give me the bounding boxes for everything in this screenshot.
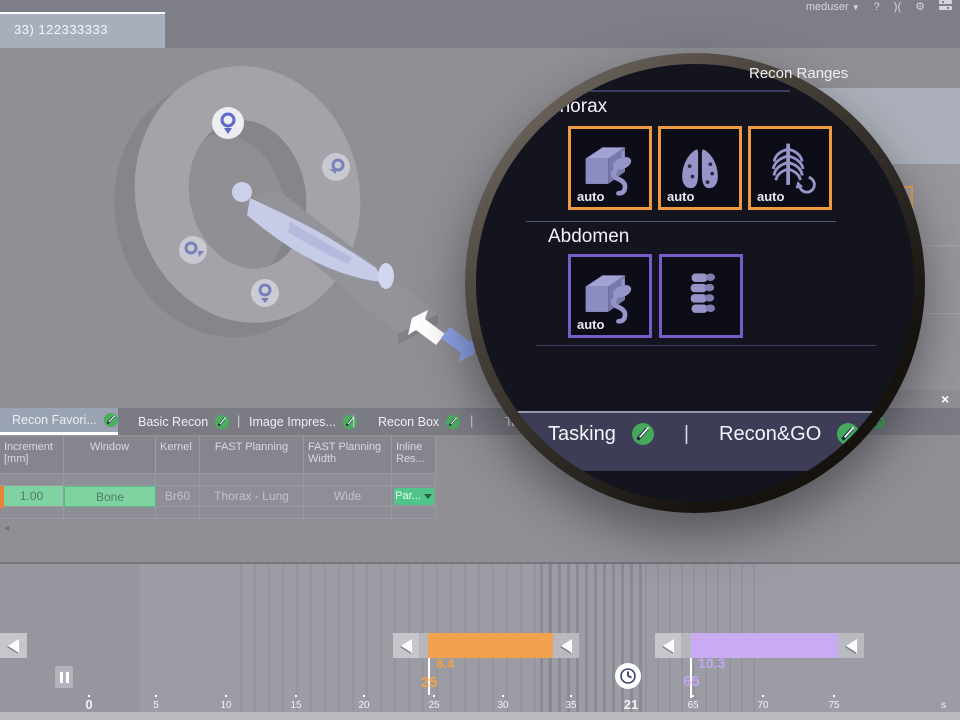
- recon-parameter-table: Increment [mm] Window Kernel FAST Planni…: [0, 437, 440, 519]
- axis-tick-label: 70: [757, 700, 768, 711]
- bottom-scrollbar[interactable]: [0, 712, 960, 720]
- collapse-icon[interactable]: )(: [894, 1, 901, 13]
- orange-range-bar[interactable]: [428, 633, 553, 658]
- wait-countdown: 21: [624, 697, 638, 712]
- magnified-tab-recon-and-go[interactable]: Recon&GO: [719, 423, 821, 446]
- edit-pencil-icon[interactable]: [837, 423, 859, 445]
- magnified-tab-band: Tasking | Recon&GO: [476, 411, 914, 471]
- close-icon[interactable]: ×: [941, 391, 949, 407]
- ct-scanner-illustration: [90, 52, 490, 372]
- increment-cell[interactable]: 1.00: [0, 486, 64, 507]
- magnified-tab-tasking[interactable]: Tasking: [548, 423, 616, 446]
- tab-image-impression[interactable]: Image Impres...: [249, 408, 357, 435]
- tab-recon-favorites[interactable]: Recon Favori...: [0, 408, 118, 435]
- orange-range-start: 25: [421, 674, 438, 691]
- tab-separator: |: [470, 413, 473, 428]
- abdomen-tile-row: auto: [568, 254, 743, 338]
- range-tile-thorax-auto[interactable]: auto: [568, 126, 652, 210]
- axis-unit-label: s: [941, 700, 946, 711]
- section-title-thorax: Thorax: [548, 96, 607, 118]
- window-cell[interactable]: Bone: [64, 486, 156, 507]
- range-tile-thorax-ribcage[interactable]: auto: [748, 126, 832, 210]
- auto-badge: auto: [577, 189, 604, 204]
- orange-range-duration: 8.4: [436, 656, 454, 671]
- section-divider: [526, 221, 836, 222]
- tab-separator: |: [237, 413, 240, 428]
- fast-planning-width-cell: Wide: [304, 486, 392, 507]
- purple-range-duration: 10.3: [698, 655, 725, 671]
- axis-tick-label: 0: [85, 697, 92, 712]
- axis-tick-label: 20: [358, 700, 369, 711]
- column-header: Kernel: [156, 437, 200, 474]
- section-divider: [536, 345, 876, 346]
- user-menu-area: meduser ▼ ? )( ⚙: [806, 0, 952, 13]
- column-header: Inline Res...: [392, 437, 436, 474]
- magnified-title-underline: [530, 90, 790, 92]
- wait-time-clock-icon: [615, 663, 641, 689]
- active-row-marker: [0, 486, 4, 508]
- dropdown-value: Par...: [395, 490, 421, 502]
- inline-res-cell: Par...: [392, 486, 436, 507]
- layout-panels-icon[interactable]: [939, 0, 952, 13]
- pause-button[interactable]: [55, 666, 73, 688]
- tab-separator: |: [352, 413, 355, 428]
- auto-badge: auto: [577, 317, 604, 332]
- auto-badge: auto: [667, 189, 694, 204]
- recon-ranges-title: Recon Ranges: [749, 65, 848, 82]
- section-title-abdomen: Abdomen: [548, 226, 629, 248]
- scroll-left-icon[interactable]: ◄: [2, 523, 11, 533]
- table-row: [0, 474, 440, 486]
- axis-tick-label: 25: [428, 700, 439, 711]
- tab-label: Basic Recon: [138, 415, 208, 429]
- magnified-tab-separator: |: [684, 423, 689, 446]
- orange-range-handle-start[interactable]: [393, 633, 419, 658]
- tab-label: Image Impres...: [249, 415, 336, 429]
- tab-label: Recon Box: [378, 415, 439, 429]
- fast-planning-cell: Thorax - Lung: [200, 486, 304, 507]
- gear-icon[interactable]: ⚙: [915, 0, 925, 13]
- tab-label: Recon Favori...: [12, 413, 97, 427]
- axis-tick-label: 5: [153, 700, 159, 711]
- edit-pencil-icon[interactable]: [215, 415, 229, 429]
- axis-tick-label: 30: [497, 700, 508, 711]
- patient-document-tab[interactable]: 33) 122333333: [0, 12, 165, 48]
- axis-tick-label: 10: [220, 700, 231, 711]
- orange-range-handle-end[interactable]: [553, 633, 579, 658]
- table-row: [0, 507, 440, 519]
- application-window: meduser ▼ ? )( ⚙ 33) 122333333: [0, 0, 960, 720]
- range-handle-left-edge[interactable]: [0, 633, 27, 658]
- table-header-row: Increment [mm] Window Kernel FAST Planni…: [0, 437, 440, 474]
- axis-tick-label: 15: [290, 700, 301, 711]
- column-header: Window: [64, 437, 156, 474]
- range-tile-abdomen-auto[interactable]: auto: [568, 254, 652, 338]
- edit-pencil-icon[interactable]: [104, 413, 118, 427]
- chevron-down-icon: ▼: [852, 3, 860, 12]
- axis-tick-label: 35: [565, 700, 576, 711]
- thorax-tile-row: auto auto: [568, 126, 832, 210]
- edit-pencil-icon[interactable]: [632, 423, 654, 445]
- chevron-down-icon: [424, 494, 432, 499]
- axis-tick-label: 65: [687, 700, 698, 711]
- axis-tick-label: 75: [828, 700, 839, 711]
- purple-range-start: 65: [683, 673, 700, 690]
- column-header: FAST Planning: [200, 437, 304, 474]
- tab-basic-recon[interactable]: Basic Recon: [138, 408, 229, 435]
- magnifier-lens: Thorax auto: [465, 53, 925, 513]
- table-row: 1.00 Bone Br60 Thorax - Lung Wide Par...: [0, 486, 440, 507]
- kernel-cell: Br60: [156, 486, 200, 507]
- purple-range-handle-end[interactable]: [838, 633, 864, 658]
- spine-icon: [671, 266, 731, 326]
- range-tile-thorax-lungs[interactable]: auto: [658, 126, 742, 210]
- inline-res-dropdown[interactable]: Par...: [394, 488, 434, 505]
- column-header: Increment [mm]: [0, 437, 64, 474]
- purple-range-handle-start[interactable]: [655, 633, 681, 658]
- user-menu[interactable]: meduser ▼: [806, 1, 860, 13]
- tab-recon-box[interactable]: Recon Box: [378, 408, 460, 435]
- auto-badge: auto: [757, 189, 784, 204]
- edit-pencil-icon[interactable]: [446, 415, 460, 429]
- column-header: FAST Planning Width: [304, 437, 392, 474]
- range-tile-abdomen-spine[interactable]: [659, 254, 743, 338]
- help-icon[interactable]: ?: [874, 1, 880, 13]
- magnifier-content: Thorax auto: [476, 64, 914, 502]
